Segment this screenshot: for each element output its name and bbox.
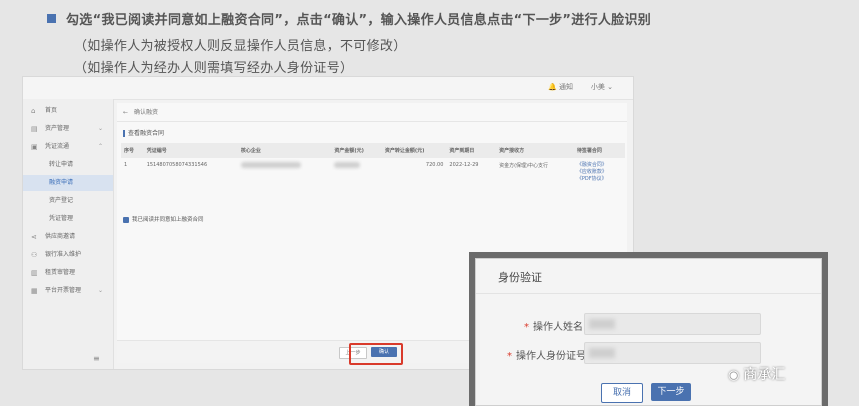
column-header: 资产金额(元): [331, 143, 382, 158]
sidebar-item-label: 银行准入维护: [45, 251, 82, 258]
notice-label: 通知: [559, 83, 573, 91]
voucher-number: 1514807058074331546: [146, 162, 208, 168]
receiver: 资金方(保理)中心支行: [499, 163, 548, 169]
sidebar-item-label: 平台开票管理: [45, 287, 82, 294]
table-body: 1 1514807058074331546 720.00 2022-12-29 资金方(…: [121, 158, 625, 187]
bank-icon: ⚇: [31, 251, 38, 259]
column-header: 凭证编号: [143, 143, 238, 158]
notice-link[interactable]: 🔔 通知: [548, 82, 573, 92]
operator-name-label: * 操作人姓名: [524, 318, 583, 333]
user-menu[interactable]: 小美 ⌄: [591, 82, 613, 92]
column-header: 待签署合同: [573, 143, 625, 158]
sidebar-item[interactable]: ⌂ 首页: [23, 103, 113, 119]
dialog-title: 身份验证: [498, 271, 542, 284]
contract-link[interactable]: 《应收账款》: [577, 169, 622, 176]
contracts-cell: 《融资合同》 《应收账款》 《PDF协议》: [574, 158, 625, 187]
share-icon: ⋖: [31, 233, 37, 241]
sidebar-item[interactable]: ▣ 凭证流通 ⌃: [23, 139, 113, 155]
dialog-header: 身份验证: [476, 259, 821, 294]
cancel-button[interactable]: 取消: [601, 383, 643, 403]
contract-link[interactable]: 《PDF协议》: [577, 176, 622, 183]
table-header-row: 序号 凭证编号 核心企业 资产金额(元) 资产转让金额(元) 资产到期日 资产接收方 待签署合…: [121, 143, 625, 158]
user-name: 小美: [590, 83, 605, 91]
operator-id-label-text: 操作人身份证号: [516, 351, 586, 362]
sidebar-item-label: 转让申请: [49, 161, 74, 168]
asset-amount: [331, 158, 381, 187]
required-mark: *: [507, 351, 512, 362]
redacted-value: [240, 162, 301, 168]
section-title: 查看融资合同: [123, 130, 164, 137]
operator-id-field[interactable]: [584, 342, 761, 364]
agree-label: 我已阅读并同意如上融资合同: [132, 217, 204, 223]
due-date: 2022-12-29: [449, 162, 479, 168]
chevron-icon: ⌄: [97, 287, 103, 294]
sidebar-item-label: 资产登记: [49, 197, 74, 204]
next-step-button[interactable]: 下一步: [651, 383, 691, 401]
contract-table: 序号 凭证编号 核心企业 资产金额(元) 资产转让金额(元) 资产到期日 资产接收方 待签署合…: [121, 143, 625, 187]
page-title: 确认融资: [134, 109, 159, 116]
core-enterprise: [238, 158, 332, 187]
operator-id-label: * 操作人身份证号: [507, 347, 586, 362]
top-bar: 🔔 通知 小美 ⌄: [23, 77, 633, 100]
watermark: ◉ 商承汇: [728, 364, 785, 384]
voucher-icon: ▣: [31, 143, 38, 151]
chevron-down-icon: ⌄: [607, 83, 613, 91]
redacted-value: [334, 162, 361, 168]
redacted-value: [589, 319, 615, 329]
collapse-menu-icon[interactable]: ≡: [93, 354, 100, 363]
operator-name-label-text: 操作人姓名: [533, 322, 583, 333]
sidebar-item[interactable]: 融资申请: [23, 175, 113, 191]
divider: [117, 121, 627, 122]
chevron-icon: ⌄: [97, 125, 103, 132]
watermark-text: 商承汇: [743, 367, 786, 383]
instruction-line-1: 勾选“我已阅读并同意如上融资合同”，点击“确认”，输入操作人员信息点击“下一步”…: [66, 13, 652, 28]
bullet-square: [47, 14, 56, 23]
instruction-line-2: （如操作人为被授权人则反显操作人员信息，不可修改）: [74, 39, 407, 54]
sidebar-item-label: 凭证管理: [49, 215, 74, 222]
sidebar-item-label: 凭证流通: [45, 143, 70, 150]
sidebar-item-label: 首页: [45, 107, 58, 114]
column-header: 资产到期日: [446, 143, 497, 158]
redacted-value: [589, 348, 615, 358]
row-index: 1: [124, 162, 128, 168]
wechat-icon: ◉: [728, 368, 740, 383]
invoice-icon: ▦: [31, 287, 38, 295]
column-header: 核心企业: [237, 143, 332, 158]
breadcrumb: ← 确认融资: [123, 107, 158, 116]
sidebar-item[interactable]: ▦ 平台开票管理 ⌄: [23, 283, 113, 299]
sidebar-item-label: 租赁审管理: [45, 269, 76, 276]
sidebar: ⌂ 首页 ▤ 资产管理 ⌄ ▣ 凭证流通 ⌃ 转让申请融资申请资产登记凭证管理 ⋖ 供应商邀请 ⚇ 银行…: [23, 99, 114, 369]
doc-icon: ▥: [31, 269, 38, 277]
contract-link[interactable]: 《融资合同》: [577, 162, 622, 169]
sidebar-item[interactable]: 凭证管理: [23, 211, 113, 227]
table-row: 1 1514807058074331546 720.00 2022-12-29 资金方(…: [121, 158, 625, 187]
required-mark: *: [524, 322, 529, 333]
sidebar-item[interactable]: ▤ 资产管理 ⌄: [23, 121, 113, 137]
sidebar-item-label: 供应商邀请: [45, 233, 76, 240]
sidebar-item-label: 融资申请: [49, 179, 74, 186]
sidebar-item[interactable]: ⋖ 供应商邀请: [23, 229, 113, 245]
sidebar-item[interactable]: ⚇ 银行准入维护: [23, 247, 113, 263]
asset-icon: ▤: [31, 125, 38, 133]
chevron-icon: ⌃: [97, 143, 103, 150]
column-header: 资产转让金额(元): [381, 143, 447, 158]
agree-checkbox[interactable]: [123, 216, 129, 223]
bell-icon: 🔔: [548, 83, 557, 91]
sidebar-item[interactable]: 资产登记: [23, 193, 113, 209]
confirm-highlight-box: [349, 343, 403, 365]
instruction-line-3: （如操作人为经办人则需填写经办人身份证号）: [74, 61, 354, 76]
agree-checkbox-row[interactable]: 我已阅读并同意如上融资合同: [123, 215, 204, 223]
transfer-amount: 720.00: [425, 162, 444, 168]
sidebar-item[interactable]: 转让申请: [23, 157, 113, 173]
sidebar-item[interactable]: ▥ 租赁审管理: [23, 265, 113, 281]
column-header: 资产接收方: [496, 143, 574, 158]
sidebar-item-label: 资产管理: [45, 125, 70, 132]
operator-name-field[interactable]: [584, 313, 761, 335]
column-header: 序号: [121, 143, 144, 158]
home-icon: ⌂: [31, 107, 36, 115]
back-arrow-icon[interactable]: ←: [123, 109, 128, 116]
